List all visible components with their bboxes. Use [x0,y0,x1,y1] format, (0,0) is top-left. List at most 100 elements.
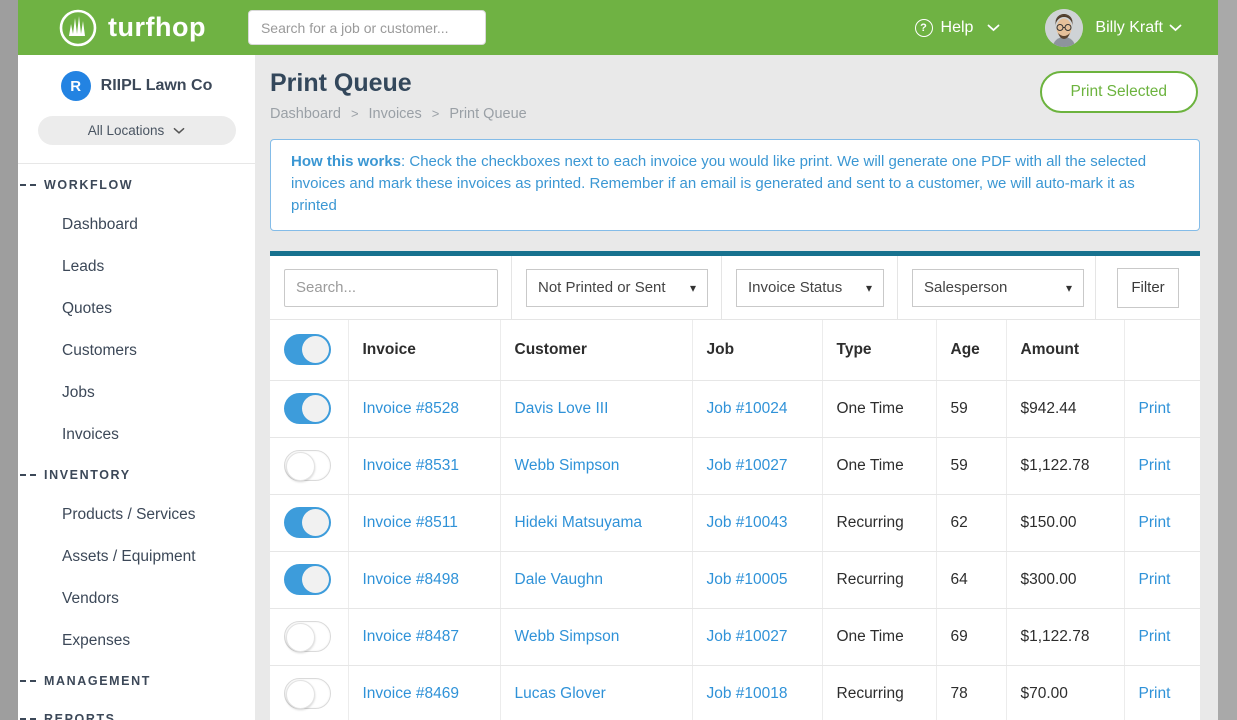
customer-link[interactable]: Hideki Matsuyama [515,514,643,531]
row-select-toggle[interactable] [284,450,331,481]
chevron-down-icon [987,19,1000,37]
location-label: All Locations [88,123,165,138]
print-link[interactable]: Print [1139,514,1171,531]
global-search-input[interactable] [248,10,486,45]
customer-link[interactable]: Dale Vaughn [515,571,603,588]
print-link[interactable]: Print [1139,457,1171,474]
nav-section-header: REPORTS [18,700,255,720]
nav-section-header: INVENTORY [18,456,255,494]
column-header-invoice: Invoice [348,320,500,380]
sidebar-item-products-services[interactable]: Products / Services [18,494,255,536]
print-link[interactable]: Print [1139,571,1171,588]
job-link[interactable]: Job #10018 [707,685,788,702]
row-select-toggle[interactable] [284,507,331,538]
location-selector[interactable]: All Locations [38,116,236,145]
job-link[interactable]: Job #10027 [707,628,788,645]
sidebar-item-customers[interactable]: Customers [18,330,255,372]
row-select-toggle[interactable] [284,564,331,595]
invoice-table-body: Invoice #8528 Davis Love III Job #10024 One… [270,380,1200,720]
sidebar-item-leads[interactable]: Leads [18,246,255,288]
nav-section-label: REPORTS [44,712,116,720]
column-header-type: Type [822,320,936,380]
print-status-select[interactable]: Not Printed or Sent [526,269,708,307]
sidebar-item-expenses[interactable]: Expenses [18,620,255,662]
invoice-link[interactable]: Invoice #8487 [363,628,460,645]
job-link[interactable]: Job #10027 [707,457,788,474]
sidebar-item-vendors[interactable]: Vendors [18,578,255,620]
info-box-title: How this works [291,153,401,170]
invoice-age: 59 [936,437,1006,494]
sidebar: R RIIPL Lawn Co All Locations WORKFLOW Da… [18,55,255,720]
invoice-amount: $300.00 [1006,551,1124,608]
table-row: Invoice #8469 Lucas Glover Job #10018 Recur… [270,665,1200,720]
sidebar-item-jobs[interactable]: Jobs [18,372,255,414]
invoice-link[interactable]: Invoice #8528 [363,400,460,417]
company-selector[interactable]: R RIIPL Lawn Co [18,71,255,101]
row-select-toggle[interactable] [284,678,331,709]
chevron-down-icon[interactable] [1169,19,1182,37]
table-search-input[interactable] [284,269,498,307]
column-header-amount: Amount [1006,320,1124,380]
invoice-age: 69 [936,608,1006,665]
grass-logo-icon [58,8,98,48]
info-box-text: : Check the checkboxes next to each invo… [291,153,1146,214]
invoice-type: Recurring [822,665,936,720]
table-row: Invoice #8511Hideki MatsuyamaJob #10043R… [270,494,1200,551]
brand-logo[interactable]: turfhop [58,8,206,48]
salesperson-select[interactable]: Salesperson [912,269,1084,307]
filter-bar: Not Printed or Sent Invoice Status Sales… [270,256,1200,320]
help-icon: ? [915,19,933,37]
invoice-link[interactable]: Invoice #8511 [363,514,458,531]
breadcrumb-dashboard[interactable]: Dashboard [270,106,341,122]
invoice-table: Invoice Customer Job Type Age Amount Inv… [270,320,1200,720]
print-link[interactable]: Print [1139,685,1171,702]
sidebar-item-assets-equipment[interactable]: Assets / Equipment [18,536,255,578]
row-select-toggle[interactable] [284,621,331,652]
job-link[interactable]: Job #10005 [707,571,788,588]
invoice-type: One Time [822,380,936,437]
user-avatar[interactable] [1045,9,1083,47]
invoice-link[interactable]: Invoice #8531 [363,457,460,474]
info-box: How this works: Check the checkboxes nex… [270,139,1200,231]
brand-name: turfhop [108,12,206,43]
window-edge-right [1218,0,1237,720]
table-header-row: Invoice Customer Job Type Age Amount [270,320,1200,380]
app-window: turfhop ? Help [18,0,1218,720]
sidebar-item-quotes[interactable]: Quotes [18,288,255,330]
invoice-status-select[interactable]: Invoice Status [736,269,884,307]
help-menu[interactable]: ? Help [915,19,1001,37]
sidebar-item-dashboard[interactable]: Dashboard [18,204,255,246]
nav-section-label: MANAGEMENT [44,674,151,688]
invoice-amount: $1,122.78 [1006,437,1124,494]
customer-link[interactable]: Webb Simpson [515,628,620,645]
row-select-toggle[interactable] [284,393,331,424]
breadcrumb-print-queue: Print Queue [422,106,527,122]
breadcrumb-invoices[interactable]: Invoices [341,106,422,122]
window-edge-left [0,0,18,720]
invoice-link[interactable]: Invoice #8469 [363,685,460,702]
print-selected-button[interactable]: Print Selected [1040,71,1199,113]
select-all-toggle[interactable] [284,334,331,365]
invoice-amount: $150.00 [1006,494,1124,551]
column-header-age: Age [936,320,1006,380]
filter-button[interactable]: Filter [1117,268,1179,308]
invoice-age: 62 [936,494,1006,551]
customer-link[interactable]: Lucas Glover [515,685,606,702]
table-row: Invoice #8487Webb SimpsonJob #10027One T… [270,608,1200,665]
invoice-link[interactable]: Invoice #8498 [363,571,460,588]
user-name[interactable]: Billy Kraft [1095,19,1163,37]
print-link[interactable]: Print [1139,400,1171,417]
nav-section-header: WORKFLOW [18,166,255,204]
section-dash-icon [20,184,36,186]
company-name: RIIPL Lawn Co [101,77,213,95]
page-header: Print Queue DashboardInvoicesPrint Queue… [270,69,1200,122]
job-link[interactable]: Job #10043 [707,514,788,531]
print-link[interactable]: Print [1139,628,1171,645]
customer-link[interactable]: Webb Simpson [515,457,620,474]
column-header-print [1124,320,1200,380]
print-queue-panel: Not Printed or Sent Invoice Status Sales… [270,251,1200,720]
sidebar-item-invoices[interactable]: Invoices [18,414,255,456]
customer-link[interactable]: Davis Love III [515,400,609,417]
job-link[interactable]: Job #10024 [707,400,788,417]
nav-section-label: WORKFLOW [44,178,133,192]
